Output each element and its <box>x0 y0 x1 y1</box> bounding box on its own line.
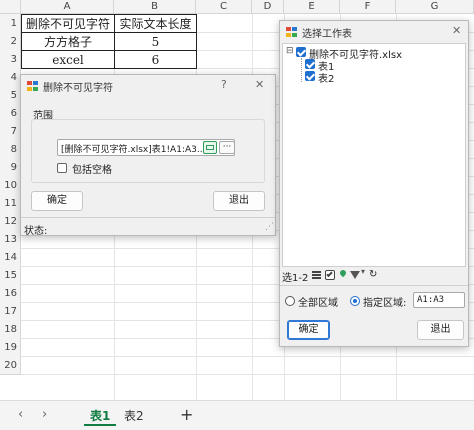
row-header[interactable]: 9 <box>0 158 21 177</box>
status-divider <box>21 217 275 218</box>
dialog-titlebar[interactable]: 删除不可见字符 ? ✕ <box>21 75 275 97</box>
help-icon[interactable]: ? <box>221 78 227 91</box>
resize-grip-icon[interactable]: ⋰ <box>265 222 274 232</box>
row-header[interactable]: 1 <box>0 14 21 33</box>
column-header-g[interactable]: G <box>396 0 474 14</box>
cell-a3[interactable]: excel <box>21 50 115 69</box>
next-sheet-icon[interactable]: › <box>42 407 47 422</box>
row-header[interactable]: 18 <box>0 320 21 339</box>
tree-connector <box>301 58 302 82</box>
include-spaces-label[interactable]: 包括空格 <box>72 161 112 176</box>
selection-count: 选1-2 <box>282 273 309 284</box>
column-header-f[interactable]: F <box>340 0 396 14</box>
scope-custom-radio[interactable] <box>350 296 360 306</box>
column-header-c[interactable]: C <box>196 0 252 14</box>
row-header[interactable]: 8 <box>0 140 21 159</box>
scope-range-input[interactable]: A1:A3 <box>413 292 465 308</box>
range-picker-icon[interactable] <box>203 141 217 154</box>
cell-b3[interactable]: 6 <box>114 50 197 69</box>
app-icon <box>286 27 298 38</box>
remove-invisible-chars-dialog: 删除不可见字符 ? ✕ 范围 [删除不可见字符.xlsx]表1!A1:A3...… <box>20 74 276 237</box>
more-options-button[interactable]: ··· <box>219 141 235 154</box>
scope-custom-label[interactable]: 指定区域: <box>363 294 406 309</box>
column-header-a[interactable]: A <box>21 0 114 14</box>
ok-button[interactable]: 确定 <box>287 320 330 340</box>
select-worksheet-dialog: 选择工作表 ✕ ⊟ 删除不可见字符.xlsx 表1 表2 选1-2 ▾ ↻ 全部… <box>279 20 469 347</box>
previous-sheet-icon[interactable]: ‹ <box>18 407 23 422</box>
row-gridline <box>21 356 474 357</box>
app-icon <box>27 81 39 92</box>
dialog-title: 删除不可见字符 <box>43 83 113 94</box>
column-header-b[interactable]: B <box>114 0 196 14</box>
row-header[interactable]: 20 <box>0 356 21 375</box>
row-header[interactable]: 13 <box>0 230 21 249</box>
column-header-d[interactable]: D <box>252 0 284 14</box>
close-icon[interactable]: ✕ <box>452 24 461 37</box>
row-header[interactable]: 10 <box>0 176 21 195</box>
row-header[interactable]: 15 <box>0 266 21 285</box>
ok-button[interactable]: 确定 <box>31 191 83 211</box>
row-header[interactable]: 7 <box>0 122 21 141</box>
sheet-tab-1[interactable]: 表1 <box>84 406 117 426</box>
row-header[interactable]: 16 <box>0 284 21 303</box>
select-all-corner[interactable] <box>0 0 21 14</box>
filter-dropdown-icon[interactable]: ▾ <box>361 267 365 276</box>
tree-collapse-icon[interactable]: ⊟ <box>286 46 294 56</box>
options-divider <box>280 285 468 286</box>
range-input-value: [删除不可见字符.xlsx]表1!A1:A3... <box>61 145 206 155</box>
cell-a2[interactable]: 方方格子 <box>21 32 115 51</box>
locate-sheet-icon[interactable] <box>338 268 348 278</box>
list-view-icon[interactable] <box>312 271 321 279</box>
refresh-icon[interactable]: ↻ <box>369 269 377 280</box>
row-header[interactable]: 14 <box>0 248 21 267</box>
row-header[interactable]: 12 <box>0 212 21 231</box>
check-all-icon[interactable] <box>325 270 335 280</box>
dialog-title: 选择工作表 <box>302 29 352 40</box>
row-header[interactable]: 4 <box>0 68 21 87</box>
dialog-titlebar[interactable]: 选择工作表 ✕ <box>280 21 468 43</box>
row-header[interactable]: 11 <box>0 194 21 213</box>
exit-button[interactable]: 退出 <box>213 191 265 211</box>
add-sheet-icon[interactable]: + <box>180 405 193 424</box>
include-spaces-checkbox[interactable] <box>57 163 67 173</box>
cell-a1[interactable]: 删除不可见字符 <box>21 14 115 33</box>
sheet-tree[interactable]: ⊟ 删除不可见字符.xlsx 表1 表2 <box>282 43 466 267</box>
exit-button[interactable]: 退出 <box>417 320 464 340</box>
sheet-tab-2[interactable]: 表2 <box>118 406 150 426</box>
row-header[interactable]: 5 <box>0 86 21 105</box>
close-icon[interactable]: ✕ <box>255 78 264 91</box>
row-header[interactable]: 6 <box>0 104 21 123</box>
cell-b1[interactable]: 实际文本长度 <box>114 14 197 33</box>
scope-all-radio[interactable] <box>285 296 295 306</box>
row-header[interactable]: 17 <box>0 302 21 321</box>
row-header[interactable]: 2 <box>0 32 21 51</box>
row-header[interactable]: 19 <box>0 338 21 357</box>
sheet2-checkbox[interactable] <box>305 71 315 81</box>
sheet1-checkbox[interactable] <box>305 59 315 69</box>
column-header-e[interactable]: E <box>284 0 340 14</box>
workbook-checkbox[interactable] <box>296 47 306 57</box>
scope-all-label[interactable]: 全部区域 <box>298 294 338 309</box>
cell-b2[interactable]: 5 <box>114 32 197 51</box>
sheet2-label[interactable]: 表2 <box>318 70 334 85</box>
sheet-tab-bar: ‹ › 表1 表2 + <box>0 400 474 430</box>
filter-icon[interactable] <box>350 271 360 279</box>
status-label: 状态: <box>24 226 48 237</box>
scope-range-value: A1:A3 <box>417 295 445 305</box>
row-gridline <box>21 374 474 375</box>
row-header[interactable]: 3 <box>0 50 21 69</box>
